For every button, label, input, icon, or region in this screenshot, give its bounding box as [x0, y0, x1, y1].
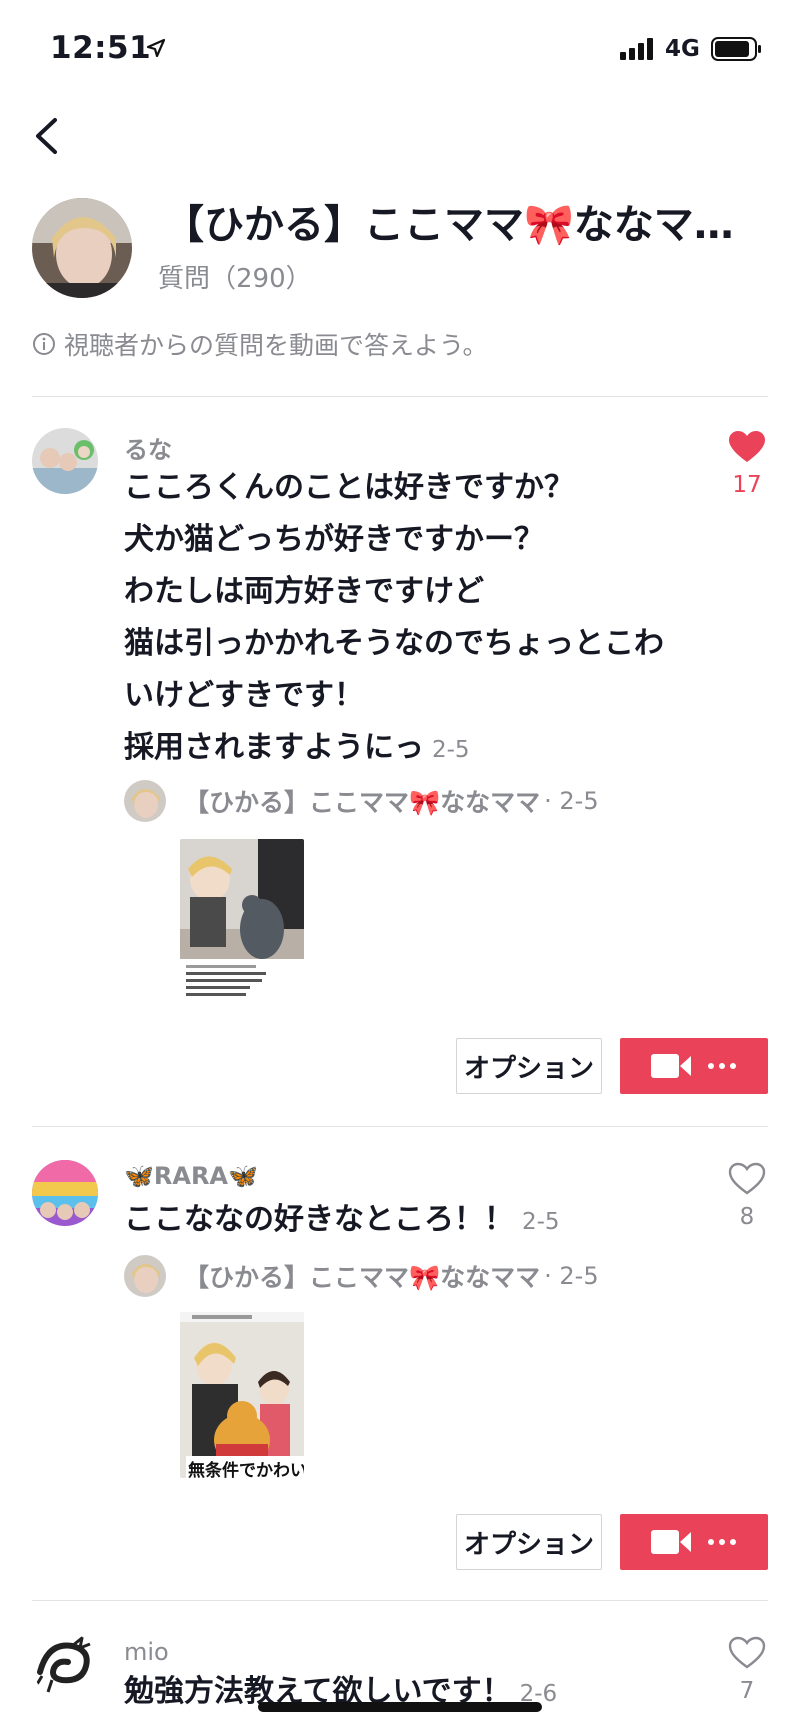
info-text: 視聴者からの質問を動画で答えよう。 [64, 331, 488, 360]
info-icon [33, 333, 55, 355]
question-line: 猫は引っかかれそうなのでちょっとこわ [124, 626, 664, 661]
status-bar: 12:51 4G [0, 0, 800, 100]
question-line: ここななの好きなところ！！ 2-5 [124, 1194, 684, 1248]
network-type: 4G [665, 36, 700, 62]
back-button[interactable] [28, 112, 68, 160]
question-date: 2-5 [432, 737, 470, 763]
answer-avatar [124, 1255, 166, 1297]
like-count: 7 [739, 1678, 755, 1704]
question-line: 採用されますようにっ 2-5 [124, 722, 684, 776]
question-username: 🦋RARA🦋 [124, 1162, 258, 1190]
more-dots-icon [708, 1539, 736, 1545]
status-time: 12:51 [50, 30, 152, 66]
question-count: 質問（290） [158, 264, 312, 294]
answer-row[interactable]: 【ひかる】ここママ🎀ななママ · 2-5 [124, 1255, 599, 1297]
like-button[interactable]: 7 [722, 1636, 772, 1704]
question-line-text: 採用されますようにっ [124, 730, 424, 765]
question-line: いけどすきです！ [124, 678, 364, 713]
divider [32, 1600, 768, 1601]
question-text: こころくんのことは好きですか？ 犬か猫どっちが好きですかー？ わたしは両方好きで… [124, 462, 684, 776]
question-line: 犬か猫どっちが好きですかー？ [124, 522, 544, 557]
divider [32, 1126, 768, 1127]
more-dots-icon [708, 1063, 736, 1069]
like-button[interactable]: 17 [722, 430, 772, 498]
answer-date: · 2-5 [544, 787, 599, 815]
heart-outline-icon [728, 1636, 766, 1669]
video-thumbnail[interactable] [180, 839, 304, 1005]
profile-avatar[interactable] [32, 198, 132, 298]
question-username: るな [124, 436, 172, 464]
thumbnail-caption: 無条件でかわいい [186, 1456, 304, 1478]
answer-name: 【ひかる】ここママ🎀ななママ [184, 788, 541, 817]
question-username: mio [124, 1638, 169, 1666]
option-button[interactable]: オプション [456, 1038, 602, 1094]
record-video-button[interactable] [620, 1514, 768, 1570]
answer-avatar [124, 780, 166, 822]
answer-date: · 2-5 [544, 1262, 599, 1290]
like-count: 17 [732, 472, 762, 498]
video-camera-icon [651, 1530, 691, 1554]
like-count: 8 [739, 1204, 755, 1230]
question-avatar[interactable] [32, 1160, 98, 1226]
battery-icon [711, 37, 761, 61]
like-button[interactable]: 8 [722, 1162, 772, 1230]
video-camera-icon [651, 1054, 691, 1078]
question-line-text: ここななの好きなところ！！ [124, 1202, 514, 1237]
question-avatar[interactable] [32, 428, 98, 494]
heart-outline-icon [728, 1162, 766, 1195]
signal-icon [620, 38, 653, 60]
location-arrow-icon [146, 38, 166, 58]
home-indicator [258, 1702, 542, 1712]
divider [32, 396, 768, 397]
heart-filled-icon [729, 431, 765, 462]
video-thumbnail[interactable]: 無条件でかわいい [180, 1312, 304, 1478]
question-line: わたしは両方好きですけど [124, 574, 484, 609]
page-title: 【ひかる】ここママ🎀ななマ… [164, 202, 734, 248]
question-text: ここななの好きなところ！！ 2-5 [124, 1194, 684, 1248]
option-button[interactable]: オプション [456, 1514, 602, 1570]
answer-row[interactable]: 【ひかる】ここママ🎀ななママ · 2-5 [124, 780, 599, 822]
info-line: 視聴者からの質問を動画で答えよう。 [32, 326, 488, 362]
answer-name: 【ひかる】ここママ🎀ななママ [184, 1263, 541, 1292]
question-line: こころくんのことは好きですか？ [124, 470, 574, 505]
record-video-button[interactable] [620, 1038, 768, 1094]
question-avatar[interactable] [32, 1632, 98, 1698]
question-date: 2-5 [522, 1209, 560, 1235]
chevron-left-icon [36, 118, 57, 154]
